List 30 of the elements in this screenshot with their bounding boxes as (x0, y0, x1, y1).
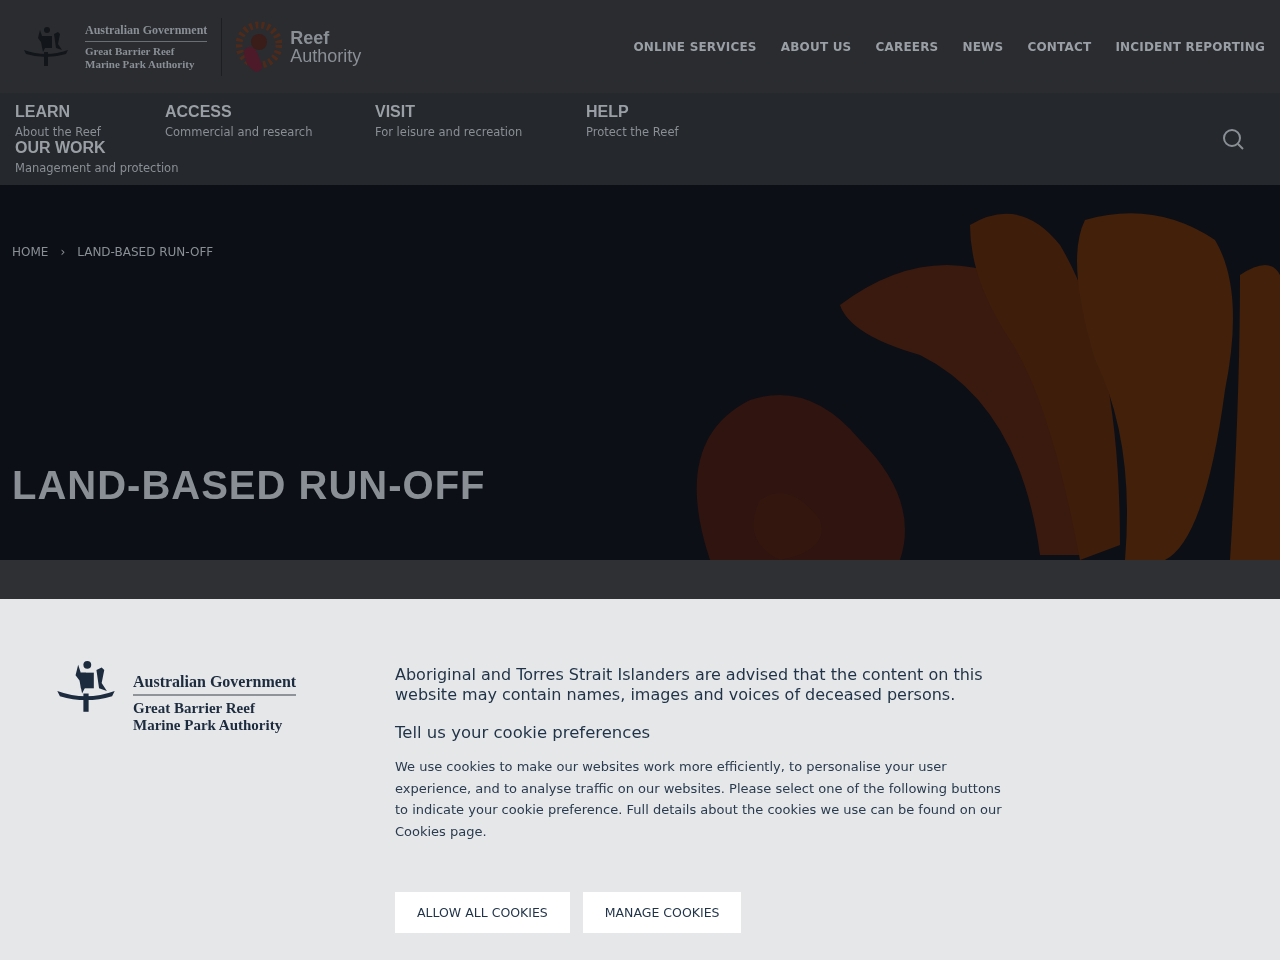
government-name: Australian Government (133, 657, 297, 696)
breadcrumb-link[interactable]: LAND-BASED RUN-OFF (77, 245, 214, 259)
main-nav-item[interactable]: VISIT For leisure and recreation (375, 103, 586, 139)
main-nav-item[interactable]: LEARN About the Reef (15, 103, 165, 139)
breadcrumb-link[interactable]: HOME (12, 245, 49, 259)
reef-logo-icon (236, 19, 283, 74)
page-title: LAND-BASED RUN-OFF (12, 463, 487, 508)
agency-name: Marine Park Authority (133, 717, 284, 734)
agency-name: Great Barrier Reef (133, 700, 256, 717)
brand-name: Reef (290, 28, 331, 47)
utility-nav-link[interactable]: CAREERS (875, 39, 939, 54)
utility-nav-link[interactable]: INCIDENT REPORTING (1115, 39, 1265, 54)
agency-name: Great Barrier Reef (85, 44, 176, 58)
agency-name: Marine Park Authority (85, 57, 196, 71)
cookie-button[interactable]: MANAGE COOKIES (582, 892, 742, 933)
government-name: Australian Government (85, 22, 208, 42)
cookie-description: We use cookies to make our websites work more efficiently, to personalise your user experience, and to analyse traffic on our websites. Please select one of the following buttons to indicate your cookie preference. Full details about the cookies we use can be found on our Cookies page. (395, 758, 1003, 841)
utility-nav-link[interactable]: ABOUT US (780, 39, 852, 54)
utility-nav-link[interactable]: NEWS (962, 39, 1004, 54)
brand-name: Authority (290, 46, 362, 65)
cookie-heading: Tell us your cookie preferences (395, 723, 652, 742)
main-nav-item[interactable]: OUR WORK Management and protection (15, 139, 179, 175)
main-nav-item[interactable]: HELP Protect the Reef (586, 103, 679, 139)
search-icon[interactable] (1222, 128, 1244, 150)
cookie-button[interactable]: ALLOW ALL COOKIES (395, 892, 570, 933)
utility-nav-link[interactable]: ONLINE SERVICES (633, 39, 757, 54)
cultural-notice: Aboriginal and Torres Strait Islanders are advised that the content on this website may contain names, images and voices of deceased persons. (395, 665, 984, 705)
utility-nav-link[interactable]: CONTACT (1027, 39, 1092, 54)
breadcrumb-separator: › (60, 245, 66, 259)
main-nav-item[interactable]: ACCESS Commercial and research (165, 103, 375, 139)
